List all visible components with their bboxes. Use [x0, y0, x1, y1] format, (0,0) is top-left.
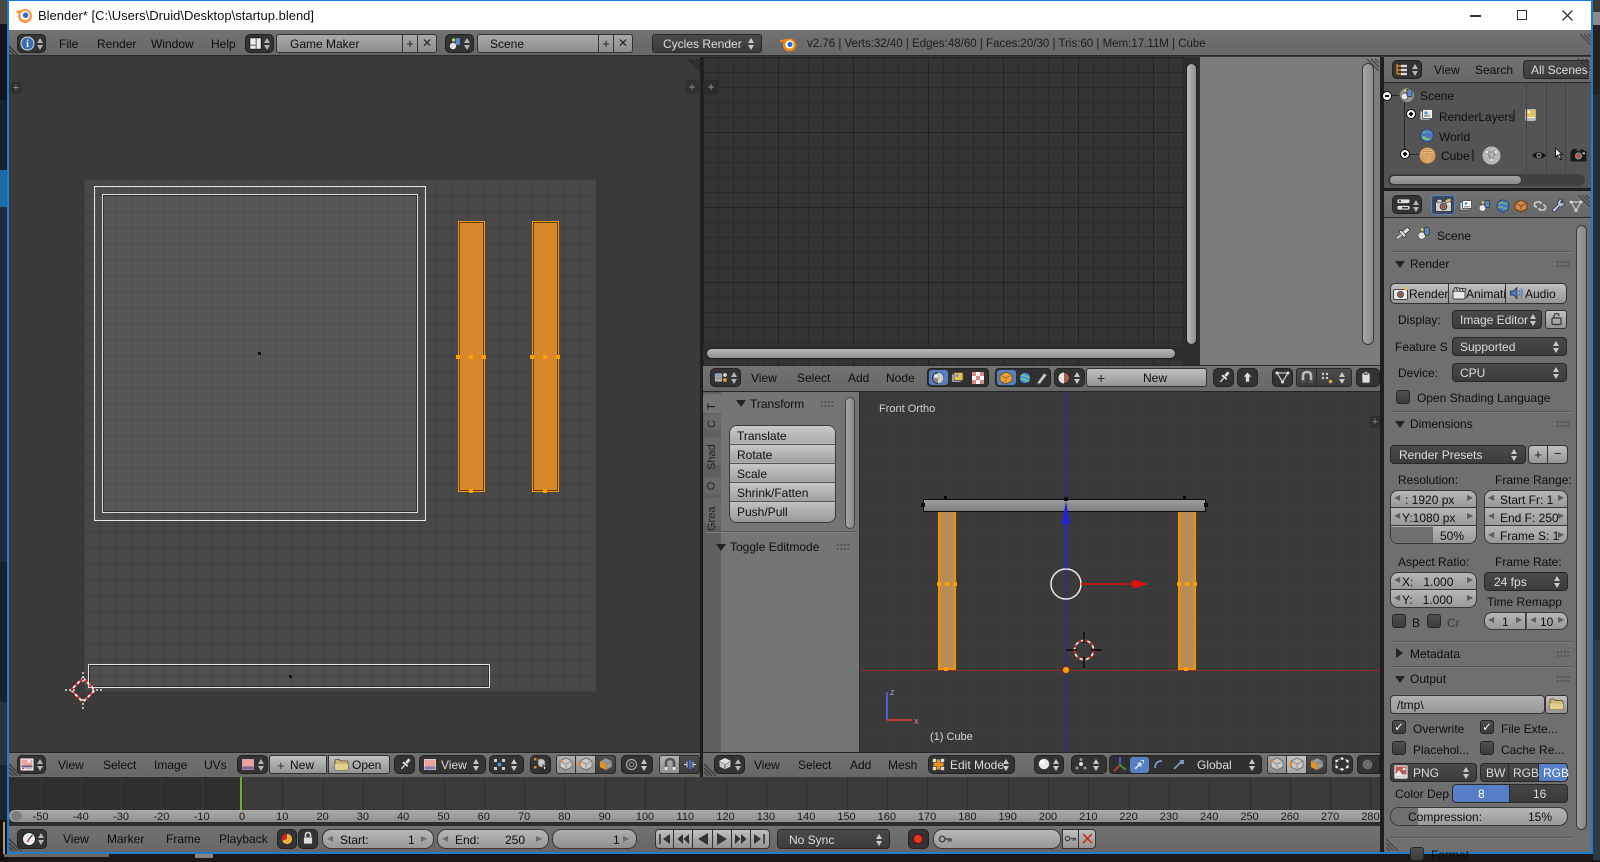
svg-text:x: x [914, 716, 919, 726]
svg-text:i: i [26, 39, 29, 50]
svg-text:z: z [890, 687, 895, 697]
